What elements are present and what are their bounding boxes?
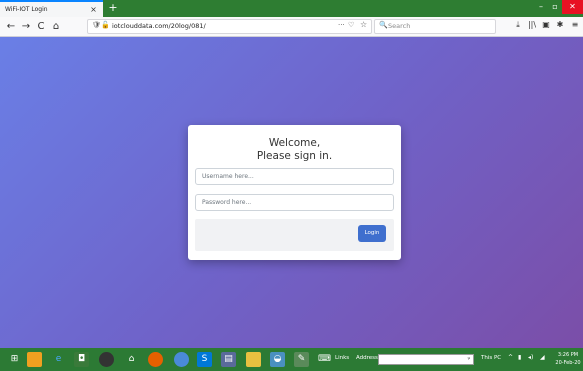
- address-toolbar-label: Address: [356, 355, 378, 361]
- system-clock[interactable]: 3:26 PM 20-Feb-20: [553, 351, 583, 367]
- wifi-icon[interactable]: ◢: [540, 354, 545, 361]
- edge-icon[interactable]: e: [51, 352, 66, 367]
- taskbar: ⊞ e ◘ ⌂ S ▤ ◒ ✎ ⌨ Links Address ▾ ↻ This…: [0, 348, 583, 371]
- refresh-go-icon[interactable]: ↻: [467, 355, 472, 362]
- store-icon[interactable]: ◘: [74, 352, 89, 367]
- downloads-icon[interactable]: ⤓: [512, 20, 524, 30]
- tab-close-icon[interactable]: ×: [89, 5, 98, 14]
- home-folder-icon[interactable]: ⌂: [124, 352, 139, 367]
- navigation-toolbar: ← → C ⌂ 🛡 🔓 iotclouddata.com/20log/081/ …: [0, 17, 583, 37]
- welcome-line: Welcome,: [268, 137, 321, 149]
- skype-icon[interactable]: S: [197, 352, 212, 367]
- password-placeholder: Password here...: [202, 199, 252, 206]
- clock-date: 20-Feb-20: [555, 360, 581, 366]
- app-icon[interactable]: [27, 352, 42, 367]
- username-input[interactable]: Username here...: [195, 168, 394, 185]
- browser-tab[interactable]: WiFi-IOT Login ×: [0, 0, 103, 17]
- search-bar[interactable]: 🔍 Search: [374, 19, 496, 34]
- extension-icon[interactable]: ✱: [554, 20, 566, 29]
- close-window-button[interactable]: ✕: [562, 0, 583, 14]
- media-icon[interactable]: [99, 352, 114, 367]
- chrome-icon[interactable]: [174, 352, 189, 367]
- network-icon[interactable]: ◒: [270, 352, 285, 367]
- reader-view-icon[interactable]: ▣: [540, 20, 552, 29]
- search-icon: 🔍: [379, 21, 388, 29]
- search-placeholder: Search: [388, 22, 411, 30]
- taskbar-address-input[interactable]: ▾: [378, 354, 474, 365]
- volume-icon[interactable]: ◂): [528, 354, 533, 361]
- tool-icon[interactable]: ✎: [294, 352, 309, 367]
- forward-button[interactable]: →: [19, 20, 33, 34]
- windows-start-icon[interactable]: ⊞: [7, 352, 22, 367]
- show-hidden-icons[interactable]: ^: [508, 354, 513, 361]
- links-toolbar-label[interactable]: Links: [335, 355, 349, 361]
- pocket-icon[interactable]: ♡: [348, 21, 354, 29]
- shield-icon[interactable]: 🛡: [92, 21, 101, 29]
- network-status-icon[interactable]: ▮: [518, 354, 521, 361]
- minimize-button[interactable]: –: [534, 0, 548, 14]
- new-tab-button[interactable]: +: [106, 1, 120, 15]
- keyboard-icon[interactable]: ⌨: [317, 352, 332, 367]
- maximize-button[interactable]: ▫: [548, 0, 562, 14]
- clock-time: 3:26 PM: [557, 352, 579, 358]
- url-bar[interactable]: 🛡 🔓 iotclouddata.com/20log/081/ ··· ♡ ☆: [87, 19, 372, 34]
- this-pc-toolbar-label[interactable]: This PC: [481, 355, 501, 361]
- back-button[interactable]: ←: [4, 20, 18, 34]
- page-viewport: Welcome, Please sign in. Username here..…: [0, 37, 583, 348]
- tab-strip: WiFi-IOT Login × + – ▫ ✕: [0, 0, 583, 17]
- insecure-lock-icon[interactable]: 🔓: [101, 21, 110, 29]
- sign-in-line: Please sign in.: [256, 150, 333, 162]
- tab-title: WiFi-IOT Login: [5, 6, 48, 13]
- username-placeholder: Username here...: [202, 173, 254, 180]
- menu-icon[interactable]: ≡: [569, 20, 581, 29]
- welcome-heading: Welcome, Please sign in.: [188, 137, 401, 163]
- url-text[interactable]: iotclouddata.com/20log/081/: [112, 22, 206, 30]
- reload-button[interactable]: C: [34, 20, 48, 34]
- notepad-icon[interactable]: ▤: [221, 352, 236, 367]
- page-actions-icon[interactable]: ···: [338, 21, 345, 29]
- card-footer: Login: [195, 219, 394, 251]
- file-explorer-icon[interactable]: [246, 352, 261, 367]
- login-card: Welcome, Please sign in. Username here..…: [188, 125, 401, 260]
- library-icon[interactable]: ||\: [526, 20, 538, 29]
- home-button[interactable]: ⌂: [49, 20, 63, 34]
- password-input[interactable]: Password here...: [195, 194, 394, 211]
- bookmark-star-icon[interactable]: ☆: [360, 20, 367, 29]
- firefox-icon[interactable]: [148, 352, 163, 367]
- login-button[interactable]: Login: [358, 225, 386, 242]
